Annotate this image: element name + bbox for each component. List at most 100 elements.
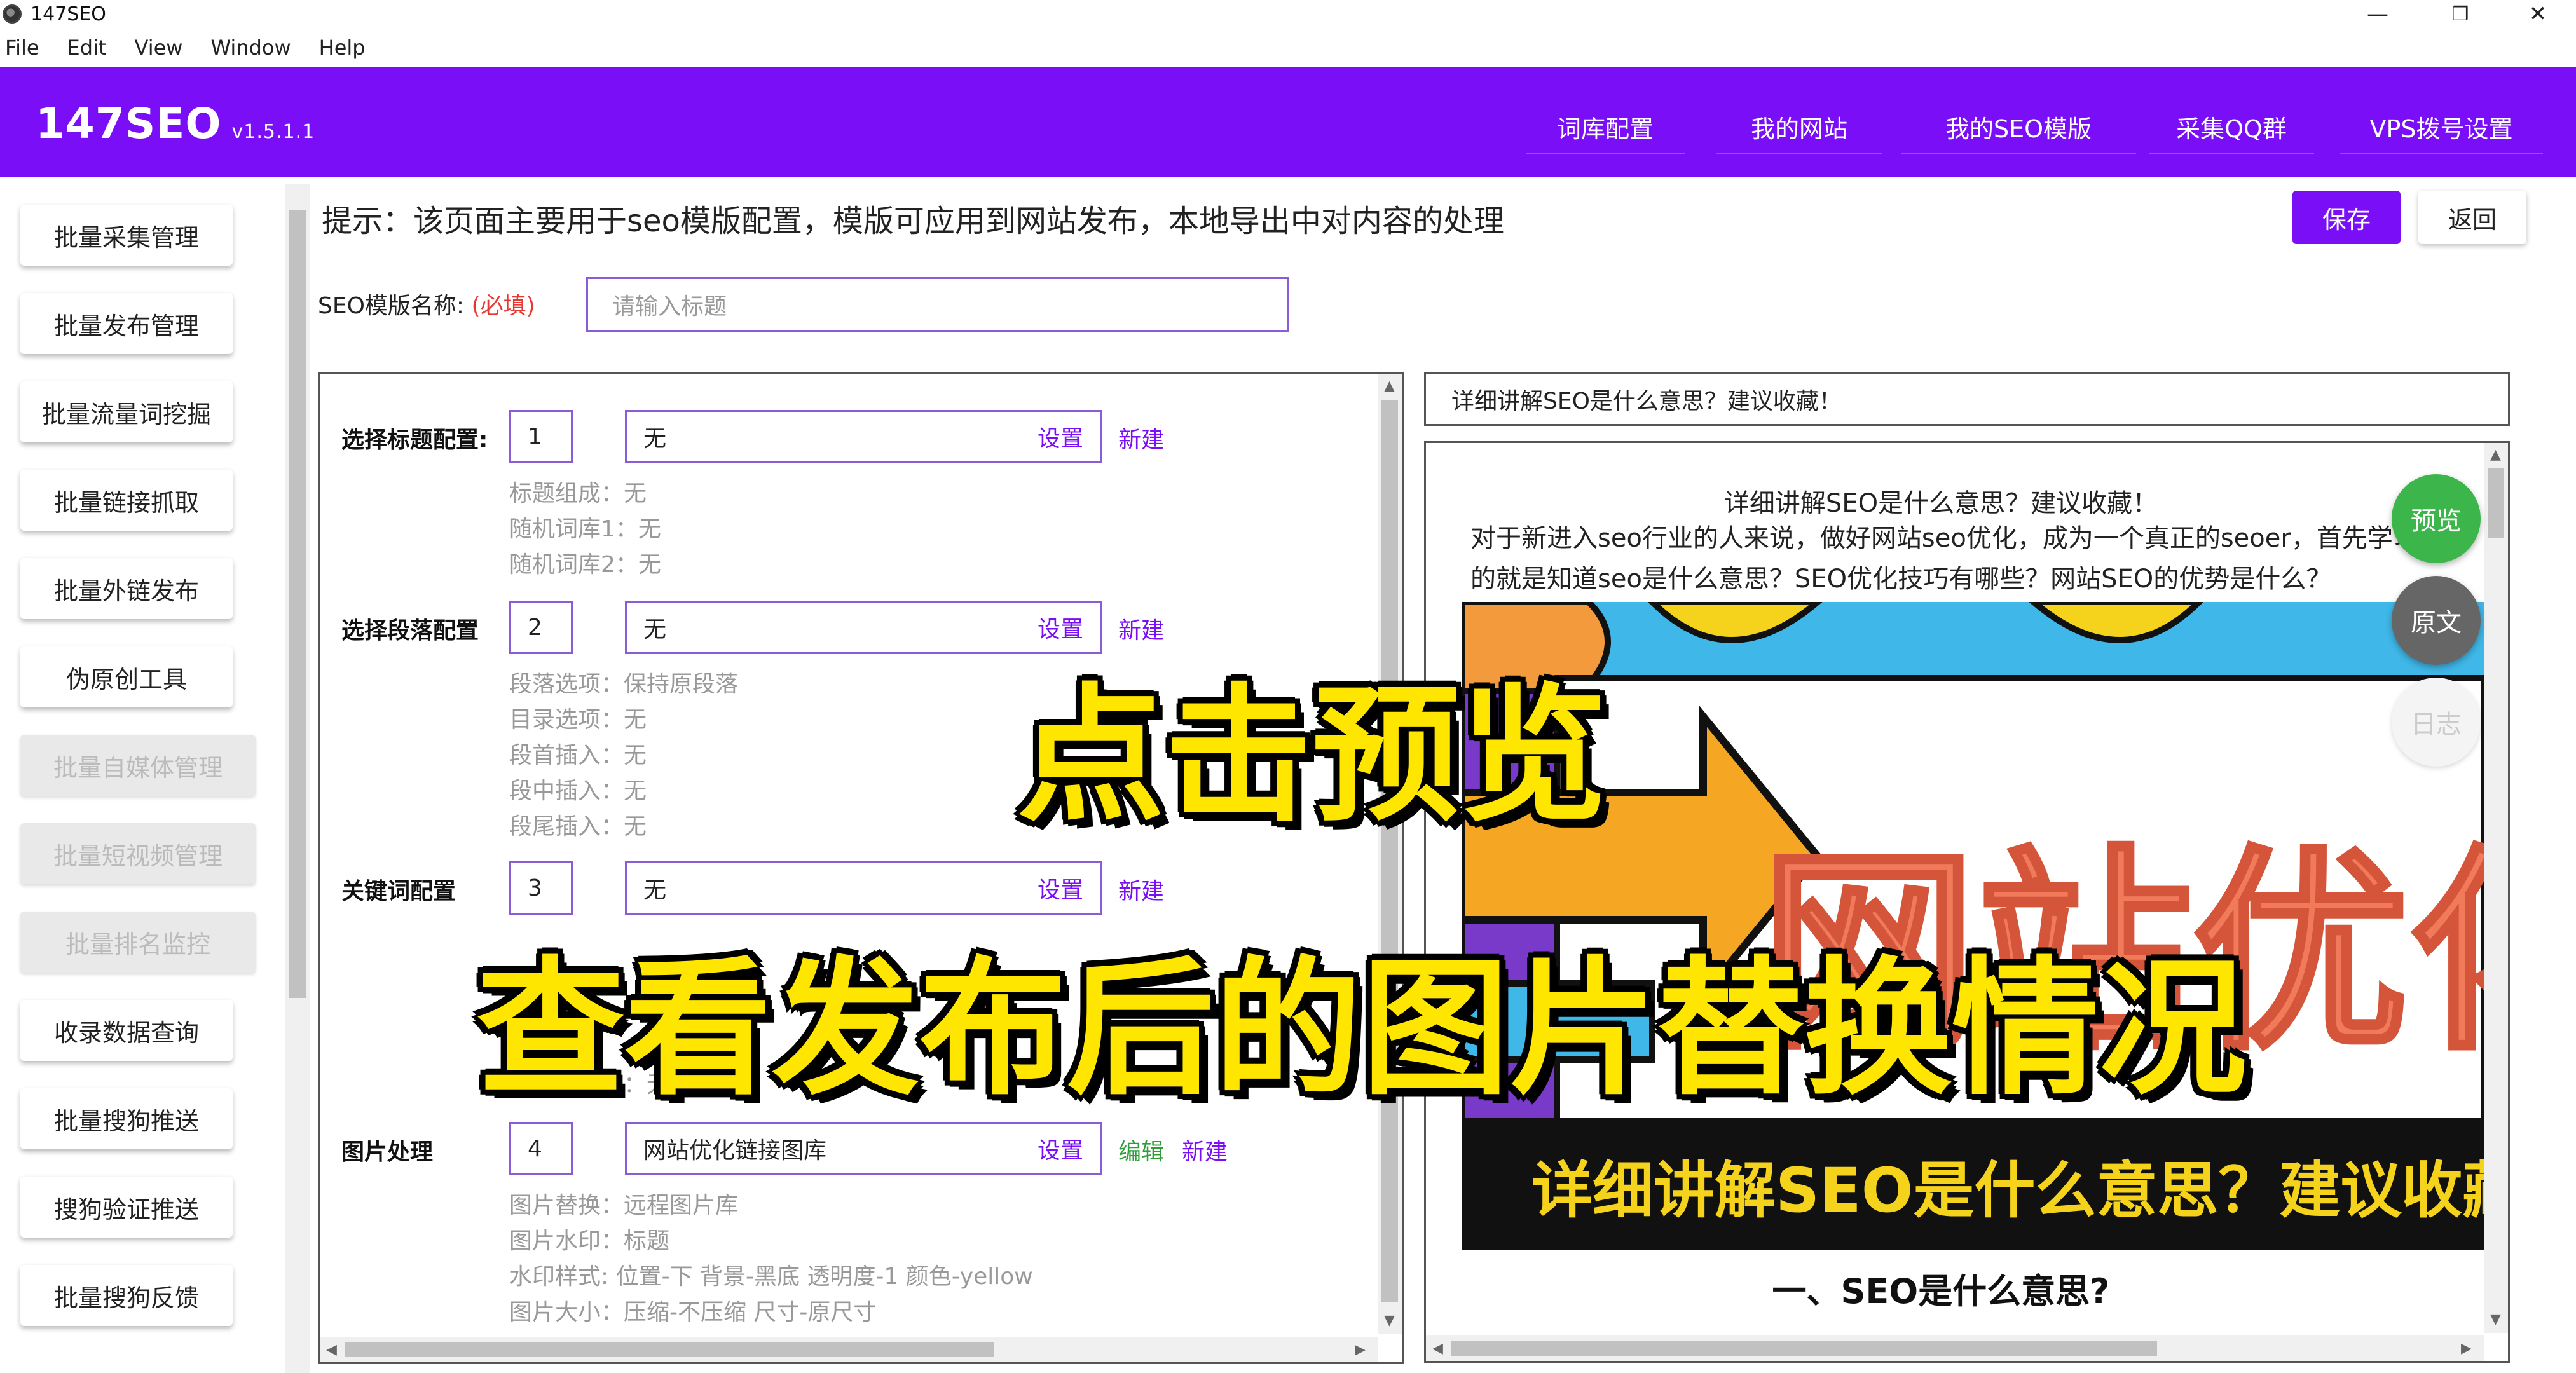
close-icon[interactable]: ✕ [2500,0,2576,28]
brand-version: v1.5.1.1 [231,121,315,143]
image-config-new-link[interactable]: 新建 [1182,1133,1228,1166]
menu-file[interactable]: File [5,36,39,60]
app-header: 147SEO v1.5.1.1 词库配置 我的网站 我的SEO模版 采集QQ群 V… [0,67,2576,177]
preview-vscroll-thumb[interactable] [2488,468,2504,538]
paragraph-config-label: 选择段落配置 [341,618,479,644]
sidebar-item-sogou-push[interactable]: 批量搜狗推送 [20,1088,233,1149]
config-panel-hscroll[interactable]: ◀ ▶ [320,1337,1378,1362]
keyword-config-select[interactable]: 无 设置 [625,861,1102,915]
image-config-number[interactable]: 4 [509,1122,573,1175]
scroll-up-icon[interactable]: ▲ [1384,378,1395,394]
scroll-left-icon[interactable]: ◀ [326,1342,337,1358]
scroll-right-icon[interactable]: ▶ [1355,1342,1366,1358]
image-info-line: 图片替换：远程图片库 [509,1192,739,1219]
required-mark: (必填) [471,293,535,319]
menu-window[interactable]: Window [210,36,291,60]
sidebar-scroll-thumb[interactable] [289,210,306,998]
keyword-config-set-link[interactable]: 设置 [1038,871,1083,905]
image-info-line: 图片大小：压缩-不压缩 尺寸-原尺寸 [509,1299,877,1325]
preview-button[interactable]: 预览 [2392,474,2481,563]
keyword-config-label: 关键词配置 [341,878,456,905]
title-config-new-link[interactable]: 新建 [1118,421,1164,454]
sidebar-item-sogou-feedback[interactable]: 批量搜狗反馈 [20,1265,233,1326]
preview-title-field[interactable]: 详细讲解SEO是什么意思？建议收藏！ [1424,372,2510,426]
brand-logo: 147SEO v1.5.1.1 [36,99,315,148]
app-icon [3,4,22,24]
nav-seo-templates[interactable]: 我的SEO模版 [1901,100,2136,154]
paragraph-info-line: 段落选项：保持原段落 [509,671,739,697]
image-config-info: 图片替换：远程图片库 图片水印：标题 水印样式: 位置-下 背景-黑底 透明度-… [509,1188,1033,1330]
nav-my-sites[interactable]: 我的网站 [1716,100,1882,154]
article-intro: 对于新进入seo行业的人来说，做好网站seo优化，成为一个真正的seoer，首先… [1470,524,2418,594]
maximize-icon[interactable]: ❐ [2422,0,2498,28]
menu-view[interactable]: View [135,36,183,60]
sidebar-item-link-crawl[interactable]: 批量链接抓取 [20,470,233,531]
scroll-right-icon[interactable]: ▶ [2461,1341,2472,1356]
scroll-down-icon[interactable]: ▼ [2490,1311,2501,1327]
preview-hscroll[interactable]: ◀ ▶ [1426,1335,2484,1361]
sidebar-item-batch-collect[interactable]: 批量采集管理 [20,205,233,266]
sidebar-item-rank-monitor: 批量排名监控 [20,912,256,973]
title-config-value: 无 [643,426,667,452]
config-panel-vscroll-thumb[interactable] [1381,400,1398,1302]
sidebar-scrollbar[interactable] [285,184,310,1373]
preview-vscroll[interactable]: ▲ ▼ [2484,443,2508,1333]
back-button[interactable]: 返回 [2418,191,2526,244]
save-button[interactable]: 保存 [2292,191,2401,244]
nav-vps-settings[interactable]: VPS拨号设置 [2340,100,2543,154]
title-info-line: 标题组成：无 [509,481,647,507]
scroll-left-icon[interactable]: ◀ [1432,1341,1443,1356]
sidebar-item-self-media: 批量自媒体管理 [20,735,256,796]
preview-hscroll-thumb[interactable] [1451,1341,2157,1356]
image-config-set-link[interactable]: 设置 [1038,1132,1083,1165]
keyword-config-number[interactable]: 3 [509,861,573,915]
title-config-select[interactable]: 无 设置 [625,410,1102,463]
nav-word-library[interactable]: 词库配置 [1526,100,1685,154]
paragraph-config-number[interactable]: 2 [509,601,573,654]
paragraph-info-line: 段尾插入：无 [509,814,647,840]
title-config-label: 选择标题配置: [341,427,488,453]
paragraph-config-info: 段落选项：保持原段落 目录选项：无 段首插入：无 段中插入：无 段尾插入：无 [509,667,738,845]
sidebar-item-external-links[interactable]: 批量外链发布 [20,558,233,619]
image-info-line: 水印样式: 位置-下 背景-黑底 透明度-1 颜色-yellow [509,1264,1033,1290]
original-button[interactable]: 原文 [2392,576,2481,665]
sidebar-item-index-query[interactable]: 收录数据查询 [20,1000,233,1061]
brand-name: 147SEO [36,99,222,148]
template-name-input[interactable]: 请输入标题 [586,277,1289,332]
paragraph-info-line: 目录选项：无 [509,707,647,733]
log-button[interactable]: 日志 [2392,678,2481,767]
template-name-label: SEO模版名称: (必填) [318,287,535,320]
template-name-label-text: SEO模版名称: [318,293,465,319]
title-info-line: 随机词库1：无 [509,516,661,542]
image-config-label: 图片处理 [341,1139,434,1165]
image-config-select[interactable]: 网站优化链接图库 设置 [625,1122,1102,1175]
page-hint: 提示：该页面主要用于seo模版配置，模版可应用到网站发布，本地导出中对内容的处理 [322,203,1504,239]
sidebar-item-sogou-verify[interactable]: 搜狗验证推送 [20,1177,233,1238]
title-config-set-link[interactable]: 设置 [1038,420,1083,453]
minimize-icon[interactable]: — [2340,0,2416,28]
menu-edit[interactable]: Edit [67,36,107,60]
menu-help[interactable]: Help [319,36,366,60]
config-panel-vscroll[interactable]: ▲ ▼ [1378,374,1402,1334]
sidebar-item-pseudo-original[interactable]: 伪原创工具 [20,646,233,707]
title-info-line: 随机词库2：无 [509,552,661,578]
keyword-config-new-link[interactable]: 新建 [1118,873,1164,906]
nav-qq-groups[interactable]: 采集QQ群 [2149,100,2314,154]
scroll-down-icon[interactable]: ▼ [1384,1313,1395,1329]
image-config-edit-link[interactable]: 编辑 [1118,1133,1164,1166]
image-config-value: 网站优化链接图库 [643,1138,827,1164]
sidebar-item-traffic-words[interactable]: 批量流量词挖掘 [20,381,233,442]
config-panel-hscroll-thumb[interactable] [345,1342,994,1357]
sidebar-item-batch-publish[interactable]: 批量发布管理 [20,293,233,354]
article-title: 详细讲解SEO是什么意思？建议收藏！ [1723,489,2158,518]
preview-panel: 详细讲解SEO是什么意思？建议收藏！ 对于新进入seo行业的人来说，做好网站se… [1424,441,2510,1363]
scroll-up-icon[interactable]: ▲ [2490,447,2501,463]
title-config-number[interactable]: 1 [509,410,573,463]
window-title: 147SEO [31,3,106,25]
sidebar: 批量采集管理 批量发布管理 批量流量词挖掘 批量链接抓取 批量外链发布 伪原创工… [0,177,280,1373]
window-title-bar: 147SEO [0,0,2576,28]
image-info-line: 图片水印：标题 [509,1228,670,1254]
menu-bar: File Edit View Window Help [0,28,2576,67]
paragraph-info-line: 段中插入：无 [509,778,647,804]
article-section-heading: 一、SEO是什么意思? [1772,1271,2110,1311]
